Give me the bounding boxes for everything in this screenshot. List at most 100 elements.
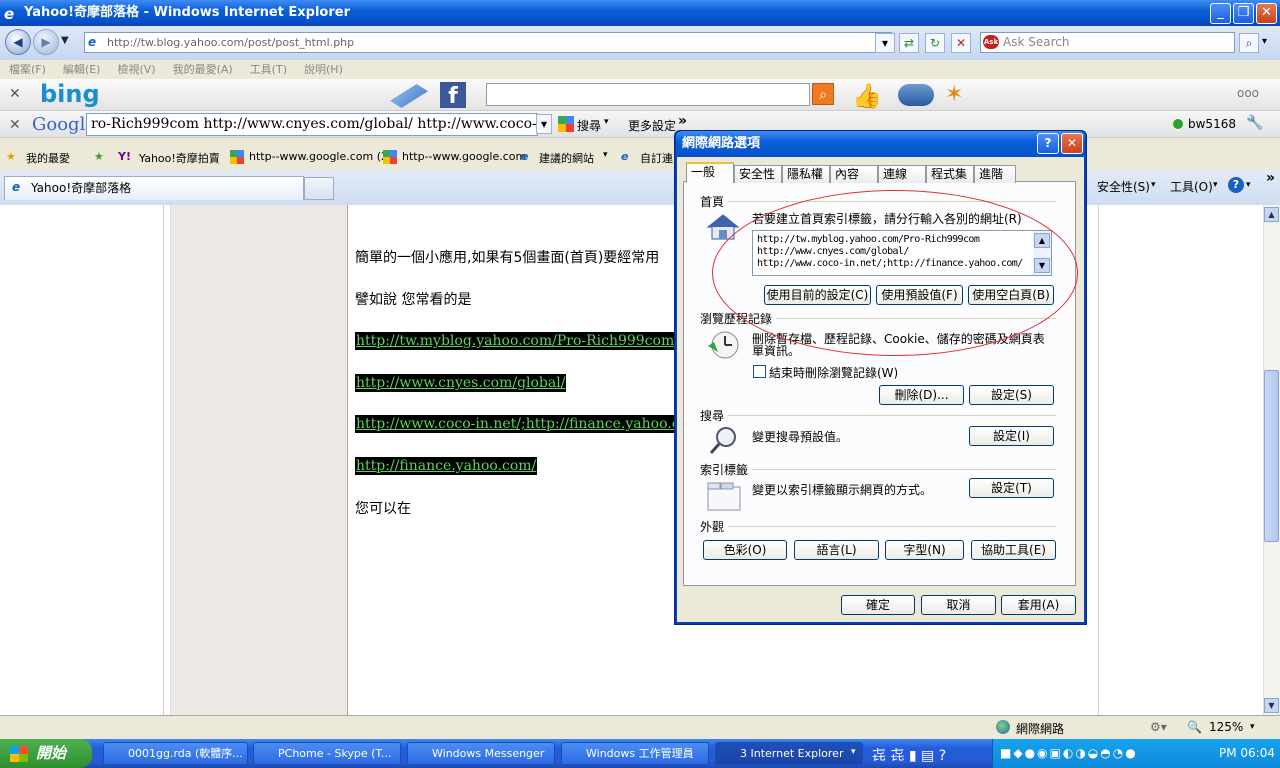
status-dot-icon — [1173, 119, 1183, 129]
search-options-icon[interactable]: ▾ — [1262, 36, 1267, 47]
toolbar-overflow-icon[interactable]: » — [1266, 170, 1275, 186]
languages-button[interactable]: 語言(L) — [794, 540, 879, 560]
delete-on-exit-label[interactable]: 結束時刪除瀏覽記錄(W) — [769, 364, 898, 381]
safety-menu[interactable]: 安全性(S) — [1097, 178, 1150, 195]
history-settings-button[interactable]: 設定(S) — [969, 385, 1054, 405]
search-input[interactable]: Ask Search — [980, 32, 1235, 53]
apply-button[interactable]: 套用(A) — [1001, 595, 1076, 615]
chevron-more-icon[interactable]: » — [678, 113, 687, 129]
delete-on-exit-checkbox[interactable] — [753, 365, 766, 378]
menu-tools[interactable]: 工具(T) — [250, 60, 287, 79]
zoom-dropdown-icon[interactable]: ▾ — [1250, 722, 1255, 732]
task-skype[interactable]: PChome - Skype (T... — [253, 742, 401, 765]
colors-button[interactable]: 色彩(O) — [703, 540, 787, 560]
tabs-settings-button[interactable]: 設定(T) — [969, 478, 1054, 498]
task-ie[interactable]: 3 Internet Explorer — [715, 742, 863, 765]
add-favorite-icon[interactable]: ★ — [94, 150, 104, 163]
google-close-icon[interactable]: ✕ — [9, 117, 21, 133]
scroll-up-icon[interactable]: ▲ — [1264, 207, 1279, 222]
new-tab-button[interactable] — [304, 177, 334, 200]
google-search-input[interactable]: ro-Rich999com http://www.cnyes.com/globa… — [86, 113, 538, 136]
task-rda[interactable]: 0001gg.rda (軟體序... — [103, 742, 248, 765]
bing-close-icon[interactable]: ✕ — [9, 86, 21, 102]
games-icon[interactable]: ✶ — [945, 82, 963, 107]
divider — [728, 526, 1056, 527]
suggested-dropdown-icon[interactable]: ▾ — [603, 150, 608, 160]
fav-custom-links[interactable]: 自訂連 — [640, 150, 673, 166]
dialog-help-button[interactable]: ? — [1037, 133, 1059, 154]
tab-programs[interactable]: 程式集 — [926, 165, 974, 183]
ok-button[interactable]: 確定 — [841, 595, 915, 615]
tab-security[interactable]: 安全性 — [734, 165, 782, 183]
post-link-3[interactable]: http://www.coco-in.net/;http://finance.y… — [355, 415, 681, 433]
menu-edit[interactable]: 編輯(E) — [63, 60, 101, 79]
post-link-4[interactable]: http://finance.yahoo.com/ — [355, 457, 538, 475]
fav-suggested-sites[interactable]: 建議的網站 — [539, 150, 594, 166]
tab-general[interactable]: 一般 — [686, 162, 734, 183]
google-account[interactable]: bw5168 — [1188, 117, 1236, 131]
stop-icon[interactable]: ✕ — [951, 33, 971, 53]
forward-button[interactable]: ▶ — [33, 29, 59, 55]
close-button[interactable]: ✕ — [1256, 3, 1277, 24]
minimize-button[interactable]: _ — [1210, 3, 1231, 24]
task-ie-dropdown-icon[interactable]: ▾ — [851, 747, 856, 757]
history-clock-icon — [706, 330, 742, 360]
refresh-icon[interactable]: ↻ — [925, 33, 945, 53]
task-task-manager[interactable]: Windows 工作管理員 — [561, 742, 709, 765]
tab-content[interactable]: 內容 — [830, 165, 878, 183]
fonts-button[interactable]: 字型(N) — [885, 540, 964, 560]
tab-advanced[interactable]: 進階 — [974, 165, 1016, 183]
bing-search-icon[interactable]: ⌕ — [812, 83, 834, 105]
tab-privacy[interactable]: 隱私權 — [782, 165, 830, 183]
bing-more-icon[interactable]: ooo — [1237, 86, 1259, 100]
menu-file[interactable]: 檔案(F) — [9, 60, 46, 79]
tools-menu[interactable]: 工具(O) — [1170, 178, 1213, 195]
wrench-icon[interactable]: 🔧 — [1246, 115, 1263, 131]
tools-dropdown-icon[interactable]: ▾ — [1213, 180, 1218, 190]
like-icon[interactable]: 👍 — [852, 82, 882, 110]
search-settings-button[interactable]: 設定(I) — [969, 426, 1054, 446]
zoom-level[interactable]: 125% — [1209, 720, 1243, 734]
fav-link-google[interactable]: http--www.google.com — [402, 150, 526, 163]
address-bar[interactable]: http://tw.blog.yahoo.com/post/post_html.… — [84, 32, 892, 53]
history-dropdown-icon[interactable]: ▼ — [61, 35, 69, 46]
compat-view-icon[interactable]: ⇄ — [899, 33, 919, 53]
start-label: 開始 — [36, 744, 67, 762]
post-link-2[interactable]: http://www.cnyes.com/global/ — [355, 374, 567, 392]
task-messenger[interactable]: Windows Messenger — [407, 742, 555, 765]
search-go-icon[interactable]: ⌕ — [1239, 33, 1259, 53]
dialog-close-button[interactable]: ✕ — [1061, 133, 1083, 154]
google-dropdown-icon[interactable]: ▾ — [536, 114, 552, 134]
cancel-button[interactable]: 取消 — [921, 595, 996, 615]
protected-mode-icon[interactable]: ⚙▾ — [1150, 720, 1167, 734]
history-delete-button[interactable]: 刪除(D)... — [879, 385, 964, 405]
help-dropdown-icon[interactable]: ▾ — [1246, 180, 1251, 190]
maximize-button[interactable]: ❐ — [1233, 3, 1254, 24]
help-icon[interactable]: ? — [1228, 177, 1244, 193]
menu-view[interactable]: 檢視(V) — [117, 60, 155, 79]
zoom-icon[interactable]: 🔍 — [1187, 720, 1202, 734]
video-icon[interactable] — [898, 84, 934, 106]
tray-icons[interactable]: ■◆●◉▣◐◑◒◓◔● — [1000, 746, 1138, 760]
facebook-icon[interactable]: f — [440, 82, 466, 109]
menu-help[interactable]: 說明(H) — [304, 60, 343, 79]
post-link-1[interactable]: http://tw.myblog.yahoo.com/Pro-Rich999co… — [355, 332, 676, 350]
scroll-thumb[interactable] — [1264, 370, 1279, 542]
google-more-settings[interactable]: 更多設定 — [628, 117, 676, 134]
address-dropdown-icon[interactable]: ▾ — [875, 33, 895, 53]
google-search-button[interactable]: 搜尋 — [577, 117, 601, 134]
google-search-dropdown-icon[interactable]: ▾ — [604, 117, 609, 127]
fav-link-yahoo-auction[interactable]: Yahoo!奇摩拍賣 — [139, 150, 220, 166]
menu-favorites[interactable]: 我的最愛(A) — [173, 60, 233, 79]
annotation-ellipse — [712, 190, 1078, 356]
bing-search-input[interactable] — [486, 83, 810, 106]
back-button[interactable]: ◀ — [5, 29, 31, 55]
favorites-button[interactable]: 我的最愛 — [26, 150, 70, 166]
ime-icons[interactable]: 㐂 㐂 ▮ ▤ ? — [872, 745, 946, 765]
fav-link-google-2[interactable]: http--www.google.com (2) — [249, 150, 392, 163]
tab-active[interactable]: Yahoo!奇摩部落格 — [4, 176, 304, 200]
scroll-down-icon[interactable]: ▼ — [1264, 698, 1279, 713]
safety-dropdown-icon[interactable]: ▾ — [1151, 180, 1156, 190]
accessibility-button[interactable]: 協助工具(E) — [971, 540, 1056, 560]
tab-connections[interactable]: 連線 — [878, 165, 926, 183]
